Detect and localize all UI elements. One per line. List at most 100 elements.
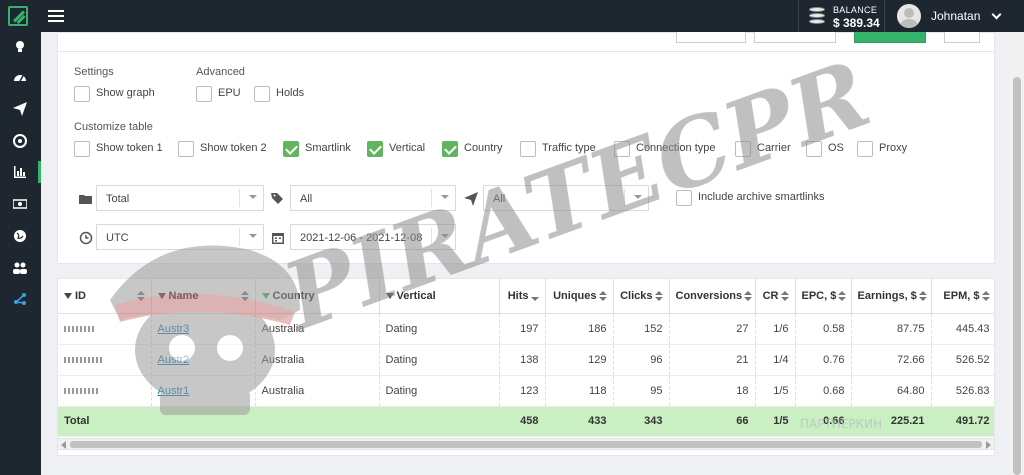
carrier-checkbox[interactable]: Carrier bbox=[735, 140, 805, 158]
filter-icon[interactable] bbox=[261, 292, 270, 299]
column-header-uniques[interactable]: Uniques bbox=[545, 279, 614, 314]
total-uniques: 433 bbox=[545, 406, 614, 437]
smartlink-select[interactable]: All bbox=[483, 185, 649, 211]
column-header-epm[interactable]: EPM, $ bbox=[931, 279, 994, 314]
column-header-earnings[interactable]: Earnings, $ bbox=[851, 279, 932, 314]
sidebar-item-tips[interactable] bbox=[0, 32, 41, 62]
total-clicks: 343 bbox=[613, 406, 670, 437]
sidebar-item-dashboard[interactable] bbox=[0, 62, 41, 92]
smartlink-link[interactable]: Austr1 bbox=[158, 385, 190, 397]
column-header-id[interactable]: ID bbox=[58, 279, 152, 314]
column-header-cr[interactable]: CR bbox=[755, 279, 796, 314]
calendar-icon bbox=[272, 233, 284, 244]
sort-icon[interactable] bbox=[136, 291, 145, 301]
sort-icon[interactable] bbox=[744, 290, 753, 301]
sidebar-item-send[interactable] bbox=[0, 94, 41, 124]
avatar bbox=[897, 4, 921, 28]
sidebar-item-referrals[interactable] bbox=[0, 253, 41, 283]
sidebar-item-payouts[interactable] bbox=[0, 189, 41, 219]
checkbox-label: Smartlink bbox=[305, 142, 351, 154]
proxy-checkbox[interactable]: Proxy bbox=[857, 140, 917, 158]
table-row: Austr3 Australia Dating 197 186 152 27 1… bbox=[58, 313, 994, 345]
holds-checkbox[interactable]: Holds bbox=[254, 85, 324, 103]
smartlink-link[interactable]: Austr2 bbox=[158, 354, 190, 366]
columns-button[interactable] bbox=[754, 32, 836, 43]
column-header-conversions[interactable]: Conversions bbox=[669, 279, 756, 314]
scroll-right-icon[interactable] bbox=[986, 441, 991, 449]
menu-toggle-icon[interactable] bbox=[48, 10, 64, 22]
horizontal-scrollbar[interactable] bbox=[57, 438, 995, 450]
filter-icon[interactable] bbox=[385, 292, 394, 299]
checkbox-label: Traffic type bbox=[542, 142, 596, 154]
epu-checkbox[interactable]: EPU bbox=[196, 85, 256, 103]
divider bbox=[58, 51, 996, 52]
cell-uniques: 186 bbox=[545, 313, 614, 345]
column-header-vertical[interactable]: Vertical bbox=[379, 279, 500, 314]
sort-icon[interactable] bbox=[838, 290, 847, 301]
smartlink-link[interactable]: Austr3 bbox=[158, 323, 190, 335]
sidebar-item-targets[interactable] bbox=[0, 126, 41, 156]
sidebar-item-statistics[interactable] bbox=[0, 157, 41, 187]
cell-clicks: 152 bbox=[613, 313, 670, 345]
column-header-clicks[interactable]: Clicks bbox=[613, 279, 670, 314]
total-hits: 458 bbox=[499, 406, 546, 437]
timezone-select[interactable]: UTC bbox=[96, 224, 264, 250]
sort-icon[interactable] bbox=[918, 290, 927, 301]
logo-icon[interactable] bbox=[8, 6, 28, 26]
os-checkbox[interactable]: OS bbox=[806, 140, 856, 158]
tags-select[interactable]: All bbox=[290, 185, 456, 211]
user-menu[interactable]: Johnatan bbox=[884, 0, 1024, 32]
total-row: Total 458 433 343 66 1/5 0.66 225.21 491… bbox=[58, 406, 994, 437]
sort-icon[interactable] bbox=[240, 291, 249, 301]
column-header-country[interactable]: Country bbox=[255, 279, 380, 314]
cell-epc: 0.58 bbox=[795, 313, 852, 345]
chevron-down-icon bbox=[991, 9, 1002, 20]
country-checkbox[interactable]: Country bbox=[442, 140, 512, 158]
export-button[interactable] bbox=[676, 32, 746, 43]
smartlink-checkbox[interactable]: Smartlink bbox=[283, 140, 363, 158]
sidebar-item-api[interactable] bbox=[0, 284, 41, 314]
column-header-name[interactable]: Name bbox=[151, 279, 256, 314]
cell-vertical: Dating bbox=[379, 313, 500, 345]
vertical-checkbox[interactable]: Vertical bbox=[367, 140, 437, 158]
show-token-1-checkbox[interactable]: Show token 1 bbox=[74, 140, 174, 158]
cell-hits: 197 bbox=[499, 313, 546, 345]
collapse-button[interactable] bbox=[944, 32, 980, 43]
column-header-hits[interactable]: Hits bbox=[499, 279, 546, 314]
scrollbar-thumb[interactable] bbox=[1013, 77, 1021, 475]
filter-icon[interactable] bbox=[157, 292, 166, 299]
sort-icon[interactable] bbox=[981, 290, 990, 301]
checkbox-label: Connection type bbox=[636, 142, 716, 154]
traffic-type-checkbox[interactable]: Traffic type bbox=[520, 140, 610, 158]
total-epm: 491.72 bbox=[931, 406, 994, 437]
content-area: Settings Advanced Show graph EPU Holds C… bbox=[41, 32, 1010, 475]
clock-icon bbox=[79, 231, 93, 245]
folder-select[interactable]: Total bbox=[96, 185, 264, 211]
advanced-label: Advanced bbox=[196, 66, 245, 78]
cell-id-masked bbox=[58, 313, 152, 345]
date-range-input[interactable]: 2021-12-06 - 2021-12-08 bbox=[290, 224, 456, 250]
cell-hits: 123 bbox=[499, 375, 546, 407]
sort-icon[interactable] bbox=[654, 290, 663, 301]
scroll-left-icon[interactable] bbox=[61, 441, 66, 449]
connection-type-checkbox[interactable]: Connection type bbox=[614, 140, 724, 158]
sort-icon[interactable] bbox=[780, 290, 789, 301]
sidebar-item-geo[interactable] bbox=[0, 221, 41, 251]
vertical-scrollbar[interactable] bbox=[1010, 32, 1024, 475]
total-earnings: 225.21 bbox=[851, 406, 932, 437]
cell-conversions: 18 bbox=[669, 375, 756, 407]
cell-epm: 445.43 bbox=[931, 313, 994, 345]
apply-button[interactable] bbox=[854, 32, 926, 43]
scrollbar-thumb[interactable] bbox=[70, 441, 982, 448]
show-token-2-checkbox[interactable]: Show token 2 bbox=[178, 140, 278, 158]
filter-icon[interactable] bbox=[64, 292, 72, 299]
cell-conversions: 21 bbox=[669, 344, 756, 376]
cell-conversions: 27 bbox=[669, 313, 756, 345]
chevron-down-icon bbox=[431, 189, 455, 207]
column-header-epc[interactable]: EPC, $ bbox=[795, 279, 852, 314]
sort-desc-icon[interactable] bbox=[530, 291, 539, 301]
checkbox-label: Show graph bbox=[96, 87, 155, 99]
show-graph-checkbox[interactable]: Show graph bbox=[74, 85, 174, 103]
sort-icon[interactable] bbox=[598, 290, 607, 301]
include-archive-checkbox[interactable]: Include archive smartlinks bbox=[676, 189, 856, 207]
